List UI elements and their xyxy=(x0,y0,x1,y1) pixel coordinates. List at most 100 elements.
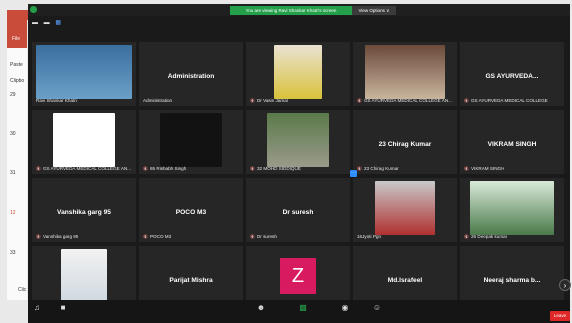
participant-label: Ravi Shankar Khatri xyxy=(36,98,77,103)
participant-label-text: 23 Chirag Kumar xyxy=(363,166,399,171)
participant-tile[interactable]: 🔇 GS AYURVEDA MEDICAL COLLEGE AN... xyxy=(353,42,457,106)
participant-name: VIKRAM SINGH xyxy=(487,141,537,148)
participant-label: 🔇 26 Deepak kumar xyxy=(464,234,507,239)
participant-name: Neeraj sharma b... xyxy=(483,277,541,284)
participant-video xyxy=(160,113,222,167)
video-grid: Ravi Shankar Khatri Administration Adminis… xyxy=(32,42,566,312)
file-tab-label: File xyxy=(12,36,21,42)
participant-label: 🔇 32 MOHD SIDDIQUE xyxy=(250,166,301,171)
security-shield-icon[interactable] xyxy=(30,6,37,13)
participant-label-text: Vanshika garg 95 xyxy=(42,234,79,239)
audio-icon[interactable]: ♫ xyxy=(32,303,42,313)
mic-muted-icon: 🔇 xyxy=(357,166,362,171)
chat-icon[interactable]: ▩ xyxy=(298,303,308,313)
participant-tile[interactable]: Administration Administration xyxy=(139,42,243,106)
participant-label-text: 26 Deepak kumar xyxy=(470,234,508,239)
minimize-icon[interactable]: ▬ xyxy=(32,20,38,26)
participant-label: 🔇 GS AYURVEDA MEDICAL COLLEGE xyxy=(464,98,548,103)
participant-label: 🔇 VIKRAM SINGH xyxy=(464,166,504,171)
background-file-tab[interactable]: File xyxy=(7,10,27,48)
participant-label-text: 16Jyoti Pgn xyxy=(357,234,382,239)
mic-muted-icon: 🔇 xyxy=(464,98,469,103)
participant-label-text: GS AYURVEDA MEDICAL COLLEGE AN... xyxy=(363,98,452,103)
row-number: 33 xyxy=(10,250,16,256)
participant-tile[interactable]: Vanshika garg 95 🔇 Vanshika garg 95 xyxy=(32,178,136,242)
reactions-icon[interactable]: ☺ xyxy=(372,303,382,313)
participant-label: 🔇 POCO M3 xyxy=(143,234,171,239)
stack-icon[interactable]: ▬ xyxy=(44,20,50,26)
avatar: Z xyxy=(280,258,316,294)
participant-label: 🔇 Vanshika garg 95 xyxy=(36,234,78,239)
participant-tile[interactable]: GS AYURVEDA... 🔇 GS AYURVEDA MEDICAL COLLE… xyxy=(460,42,564,106)
participant-label-text: Dr suresh xyxy=(256,234,277,239)
background-left-panel xyxy=(7,10,27,300)
participant-label-text: Administration xyxy=(143,98,173,103)
participant-name: Administration xyxy=(167,73,215,80)
row-number: 29 xyxy=(10,92,16,98)
participant-label: 🔇 Dr suresh xyxy=(250,234,277,239)
grid-view-icon[interactable]: ▦ xyxy=(55,20,61,26)
meeting-controls: ♫ ■ ☻ ▩ ◉ ☺ xyxy=(28,300,570,323)
mic-muted-icon: 🔇 xyxy=(357,98,362,103)
row-number: 30 xyxy=(10,131,16,137)
participant-tile[interactable]: 🔇 65 Rishabh Singh xyxy=(139,110,243,174)
leave-button[interactable]: Leave xyxy=(550,311,570,321)
participant-name: POCO M3 xyxy=(175,209,207,216)
participant-tile[interactable]: POCO M3 🔇 POCO M3 xyxy=(139,178,243,242)
mic-muted-icon: 🔇 xyxy=(143,166,148,171)
participant-video xyxy=(267,113,329,167)
participant-tile[interactable]: 16Jyoti Pgn xyxy=(353,178,457,242)
record-icon[interactable]: ◉ xyxy=(340,303,350,313)
participant-tile[interactable]: 🔇 Dr Vasin Jamal xyxy=(246,42,350,106)
participant-label-text: POCO M3 xyxy=(149,234,172,239)
participant-tile[interactable]: 🔇 26 Deepak kumar xyxy=(460,178,564,242)
participant-label-text: GS AYURVEDA MEDICAL COLLEGE AN... xyxy=(42,166,131,171)
participant-video xyxy=(53,113,115,167)
mic-muted-icon: 🔇 xyxy=(464,234,469,239)
participant-label: 🔇 65 Rishabh Singh xyxy=(143,166,186,171)
participant-video xyxy=(61,249,107,303)
participant-label-text: Dr Vasin Jamal xyxy=(256,98,288,103)
participant-label-text: Ravi Shankar Khatri xyxy=(36,98,77,103)
view-toggle-icons[interactable]: ▬ ▬ ▦ xyxy=(32,20,72,26)
participant-label-text: 65 Rishabh Singh xyxy=(149,166,187,171)
participant-label: 🔇 Dr Vasin Jamal xyxy=(250,98,288,103)
viewing-banner: You are viewing Ravi Shankar Khatri's sc… xyxy=(230,6,352,15)
participant-name: Md.Israfeel xyxy=(387,277,423,284)
participant-tile[interactable]: 🔇 GS AYURVEDA MEDICAL COLLEGE AN... xyxy=(32,110,136,174)
participant-video xyxy=(365,45,445,99)
participant-video xyxy=(375,181,435,235)
gallery-view: ▬ ▬ ▦ Ravi Shankar Khatri Administration A… xyxy=(28,16,571,320)
participant-tile[interactable]: Dr suresh 🔇 Dr suresh xyxy=(246,178,350,242)
participant-label: 16Jyoti Pgn xyxy=(357,234,381,239)
mic-muted-icon: 🔇 xyxy=(250,166,255,171)
row-number: 31 xyxy=(10,170,16,176)
mic-muted-icon: 🔇 xyxy=(143,234,148,239)
next-page-icon[interactable]: › xyxy=(559,279,571,291)
participant-video xyxy=(470,181,554,235)
participant-name: 23 Chirag Kumar xyxy=(378,141,432,148)
participant-label: 🔇 GS AYURVEDA MEDICAL COLLEGE AN... xyxy=(36,166,131,171)
participant-label: 🔇 23 Chirag Kumar xyxy=(357,166,399,171)
mic-muted-icon: 🔇 xyxy=(36,166,41,171)
participant-tile[interactable]: Ravi Shankar Khatri xyxy=(32,42,136,106)
participants-icon[interactable]: ☻ xyxy=(256,303,266,313)
participant-name: Dr suresh xyxy=(282,209,314,216)
participant-tile[interactable]: 🔇 32 MOHD SIDDIQUE xyxy=(246,110,350,174)
row-number: 12 xyxy=(10,210,16,216)
mic-muted-icon: 🔇 xyxy=(36,234,41,239)
more-options-icon[interactable]: ⋯ xyxy=(350,170,357,177)
participant-tile[interactable]: VIKRAM SINGH 🔇 VIKRAM SINGH xyxy=(460,110,564,174)
participant-video xyxy=(274,45,322,99)
participant-video xyxy=(36,45,132,99)
video-icon[interactable]: ■ xyxy=(58,303,68,313)
participant-name: GS AYURVEDA... xyxy=(485,73,539,80)
mic-muted-icon: 🔇 xyxy=(464,166,469,171)
view-options-button[interactable]: View Options ∨ xyxy=(352,6,396,15)
participant-tile[interactable]: 23 Chirag Kumar 🔇 23 Chirag Kumar xyxy=(353,110,457,174)
paste-label: Paste xyxy=(10,62,23,68)
mic-muted-icon: 🔇 xyxy=(250,234,255,239)
participant-label: 🔇 GS AYURVEDA MEDICAL COLLEGE AN... xyxy=(357,98,452,103)
participant-name: Vanshika garg 95 xyxy=(57,209,111,216)
mic-muted-icon: 🔇 xyxy=(250,98,255,103)
